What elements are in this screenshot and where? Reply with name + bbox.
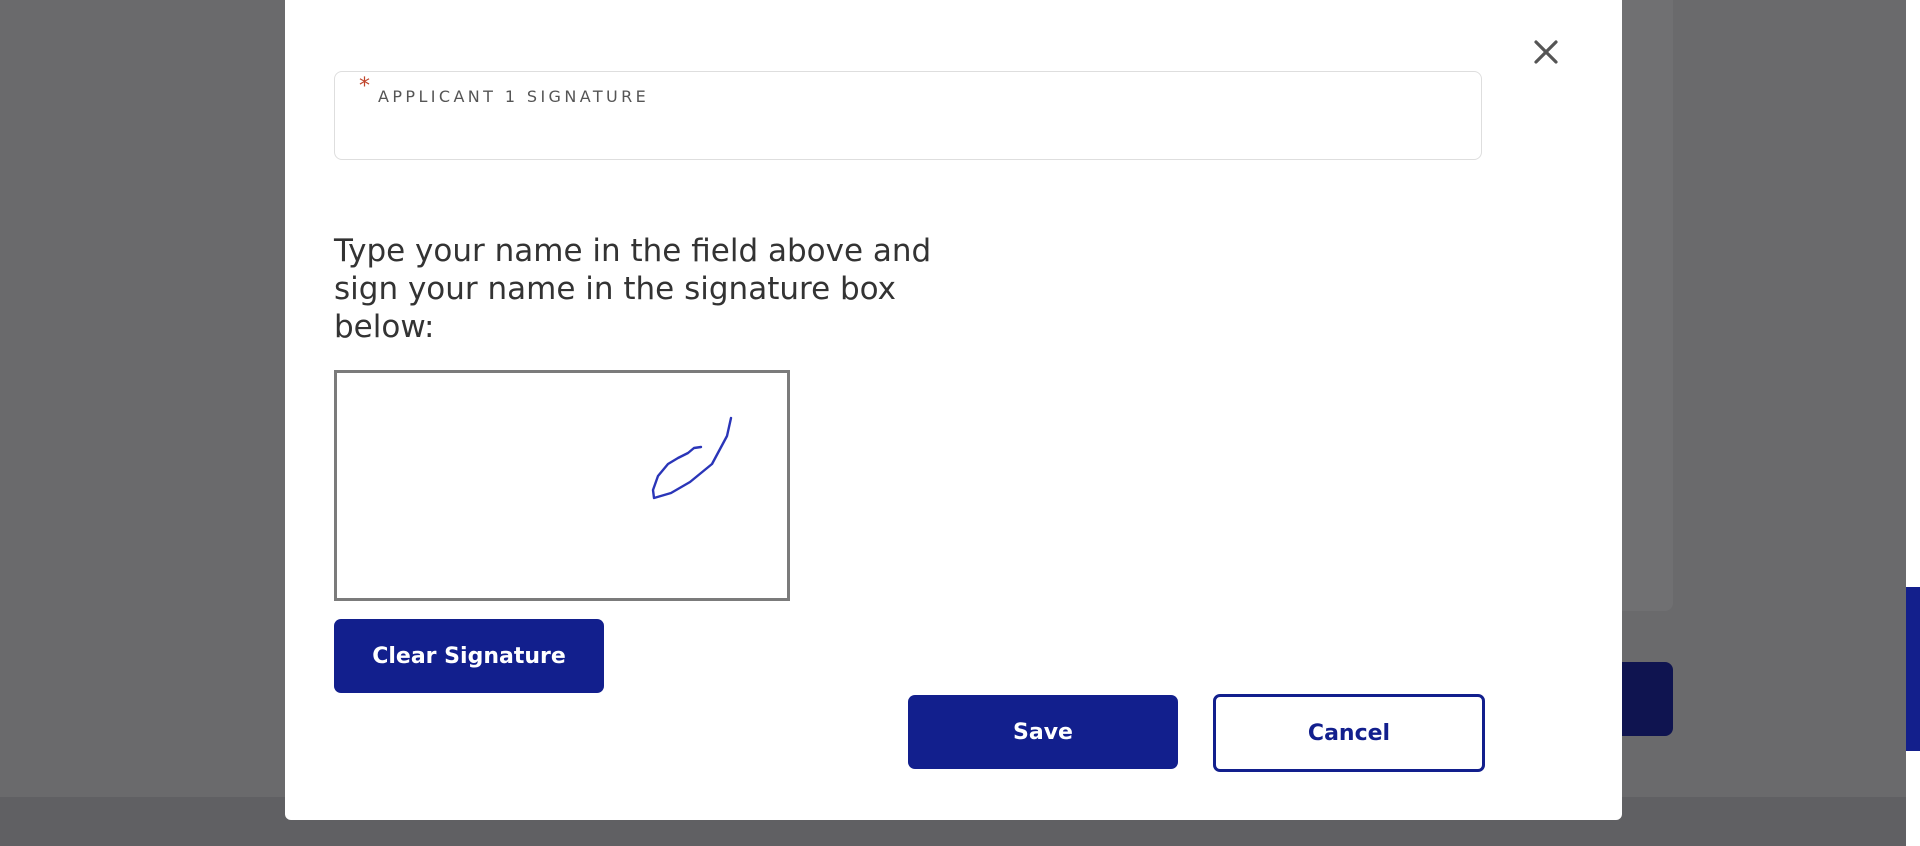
cancel-button[interactable]: Cancel	[1213, 694, 1485, 772]
save-button[interactable]: Save	[908, 695, 1178, 769]
signature-instructions: Type your name in the field above and si…	[334, 233, 932, 345]
close-button[interactable]	[1526, 32, 1566, 72]
scrollbar-thumb[interactable]	[1906, 587, 1920, 751]
applicant-signature-input[interactable]	[377, 116, 1461, 150]
required-marker: *	[359, 74, 370, 99]
signature-pad[interactable]	[334, 370, 790, 601]
applicant-signature-field[interactable]: * APPLICANT 1 SIGNATURE	[334, 71, 1482, 160]
clear-signature-button[interactable]: Clear Signature	[334, 619, 604, 693]
applicant-signature-label: APPLICANT 1 SIGNATURE	[378, 87, 650, 106]
close-icon	[1534, 40, 1558, 64]
signature-stroke	[651, 416, 733, 500]
